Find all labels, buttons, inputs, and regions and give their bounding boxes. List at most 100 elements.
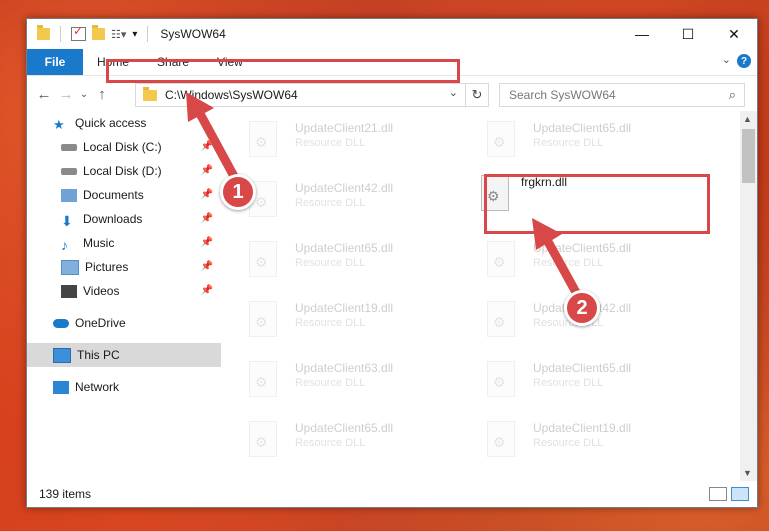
up-button[interactable]: ↑ [91,86,113,103]
sidebar-item-music[interactable]: ♪ Music 📌 [27,231,221,255]
file-name: UpdateClient19.dll [533,421,632,435]
file-type: Resource DLL [295,137,366,149]
file-item[interactable]: UpdateClient19.dll Resource DLL [221,291,451,349]
pin-icon[interactable]: 📌 [201,237,213,248]
pin-icon[interactable]: 📌 [201,285,213,296]
file-type: Resource DLL [295,317,366,329]
sidebar-item-pictures[interactable]: Pictures 📌 [27,255,221,279]
dll-file-icon [249,421,277,457]
dll-file-icon [249,241,277,277]
status-bar: 139 items [27,481,757,507]
dll-file-icon [487,421,515,457]
pin-icon[interactable]: 📌 [201,189,213,200]
file-highlight-box [484,174,710,234]
sidebar-item-videos[interactable]: Videos 📌 [27,279,221,303]
sidebar-item-local-disk-d[interactable]: Local Disk (D:) 📌 [27,159,221,183]
sidebar-item-label: Music [83,236,115,250]
maximize-button[interactable]: ☐ [665,19,711,49]
tab-home[interactable]: Home [83,49,143,75]
view-toggle [709,487,749,501]
sidebar-item-downloads[interactable]: ⬇ Downloads 📌 [27,207,221,231]
dll-file-icon [487,361,515,397]
new-folder-icon[interactable] [92,25,105,40]
network-icon [53,380,69,394]
navigation-pane: ★ Quick access Local Disk (C:) 📌 Local D… [27,111,221,481]
pin-icon[interactable]: 📌 [201,213,213,224]
sidebar-item-onedrive[interactable]: OneDrive [27,311,221,335]
sidebar-item-label: Pictures [85,260,129,274]
sidebar-item-label: This PC [77,348,120,362]
file-item[interactable]: UpdateClient65.dll Resource DLL [459,231,689,289]
file-item[interactable]: UpdateClient65.dll Resource DLL [459,351,689,409]
file-item[interactable]: UpdateClient42.dll Resource DLL [221,171,451,229]
this-pc-icon [53,347,71,363]
file-name: UpdateClient42.dll [295,181,394,195]
sidebar-item-label: Downloads [83,212,143,226]
forward-button[interactable]: → [55,86,77,103]
file-type: Resource DLL [295,197,366,209]
file-item[interactable]: UpdateClient19.dll Resource DLL [459,411,689,469]
sidebar-item-label: OneDrive [75,316,126,330]
search-input[interactable]: Search SysWOW64 ⌕ [499,83,745,107]
details-view-icon[interactable] [709,487,727,501]
file-item[interactable]: UpdateClient21.dll Resource DLL [221,111,451,169]
address-bar[interactable]: C:\Windows\SysWOW64 ⌄ ↻ [135,83,489,107]
sidebar-item-documents[interactable]: Documents 📌 [27,183,221,207]
expand-ribbon-icon[interactable]: ⌄ [722,53,731,66]
toolbar-dropdown-icon[interactable]: ▾ [132,29,137,40]
videos-icon [61,284,77,298]
explorer-window: ☷▾ ▾ SysWOW64 — ☐ ✕ File Home Share View… [26,18,758,508]
help-icon[interactable]: ? [737,54,751,68]
back-button[interactable]: ← [33,86,55,103]
downloads-icon: ⬇ [61,212,73,229]
file-type: Resource DLL [533,437,604,449]
tab-view[interactable]: View [203,49,257,75]
pin-icon[interactable]: 📌 [201,141,213,152]
toolbar-divider [60,26,61,42]
vertical-scrollbar[interactable]: ▲ ▼ [740,111,757,481]
tab-share[interactable]: Share [143,49,203,75]
window-controls: — ☐ ✕ [619,19,757,49]
sidebar-item-label: Documents [83,188,144,202]
customize-toolbar-icon[interactable]: ☷▾ [111,28,126,41]
folder-icon[interactable] [37,25,50,40]
tiles-view-icon[interactable] [731,487,749,501]
scroll-up-icon[interactable]: ▲ [743,114,752,124]
sidebar-item-local-disk-c[interactable]: Local Disk (C:) 📌 [27,135,221,159]
dll-file-icon [487,121,515,157]
sidebar-item-quick-access[interactable]: ★ Quick access [27,111,221,135]
disk-icon [61,167,77,175]
sidebar-item-network[interactable]: Network [27,375,221,399]
search-icon[interactable]: ⌕ [729,87,736,103]
refresh-icon[interactable]: ↻ [465,84,488,106]
close-button[interactable]: ✕ [711,19,757,49]
file-item[interactable]: UpdateClient65.dll Resource DLL [459,111,689,169]
folder-icon [143,86,157,101]
file-type: Resource DLL [533,257,604,269]
scrollbar-thumb[interactable] [742,129,755,183]
chevron-down-icon[interactable]: ⌄ [449,86,458,99]
file-list: UpdateClient21.dll Resource DLL UpdateCl… [221,111,739,481]
ribbon-tabs: File Home Share View ⌄ ? [27,49,757,76]
quick-access-toolbar: ☷▾ ▾ [27,24,152,42]
step-2-badge: 2 [564,290,600,326]
pin-icon[interactable]: 📌 [201,261,213,272]
tab-file[interactable]: File [27,49,83,75]
address-path[interactable]: C:\Windows\SysWOW64 [165,88,298,102]
minimize-button[interactable]: — [619,19,665,49]
navigation-bar: ← → ⌄ ↑ C:\Windows\SysWOW64 ⌄ ↻ Search S… [27,76,757,112]
file-item[interactable]: UpdateClient65.dll Resource DLL [221,231,451,289]
file-type: Resource DLL [533,137,604,149]
file-item[interactable]: UpdateClient63.dll Resource DLL [221,351,451,409]
file-name: UpdateClient21.dll [295,121,394,135]
pin-icon[interactable]: 📌 [201,165,213,176]
file-name: UpdateClient65.dll [295,421,394,435]
sidebar-item-this-pc[interactable]: This PC [27,343,221,367]
file-item[interactable]: UpdateClient65.dll Resource DLL [221,411,451,469]
file-name: UpdateClient65.dll [533,241,632,255]
recent-locations-icon[interactable]: ⌄ [77,89,91,100]
properties-icon[interactable] [71,24,86,41]
dll-file-icon [249,121,277,157]
scroll-down-icon[interactable]: ▼ [743,468,752,478]
dll-file-icon [249,301,277,337]
